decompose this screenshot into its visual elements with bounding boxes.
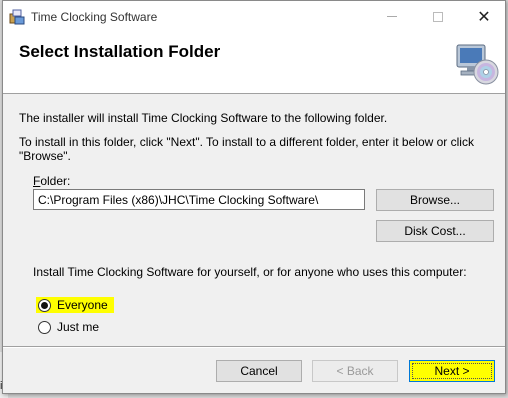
install-instructions: To install in this folder, click "Next".… (19, 135, 474, 163)
installer-window: Time Clocking Software ✕ Select Installa… (2, 0, 506, 394)
installer-app-icon (9, 9, 25, 25)
everyone-radio-option[interactable]: Everyone (36, 297, 114, 313)
install-scope-prompt: Install Time Clocking Software for yours… (33, 265, 467, 279)
folder-path-input[interactable] (33, 189, 365, 210)
disk-cost-button[interactable]: Disk Cost... (376, 220, 494, 242)
browse-button[interactable]: Browse... (376, 189, 494, 211)
page-title: Select Installation Folder (19, 42, 221, 61)
dialog-header: Select Installation Folder (3, 32, 505, 94)
maximize-icon (433, 11, 443, 22)
close-button[interactable]: ✕ (461, 1, 507, 32)
maximize-button[interactable] (415, 1, 461, 32)
back-button[interactable]: < Back (312, 360, 398, 382)
footer-divider (3, 346, 505, 348)
folder-label: Folder: (33, 174, 70, 188)
title-bar[interactable]: Time Clocking Software ✕ (3, 1, 505, 32)
just-me-radio-label: Just me (57, 320, 100, 334)
everyone-radio-button[interactable] (38, 298, 51, 312)
everyone-radio-label: Everyone (57, 298, 108, 312)
just-me-radio-option[interactable]: Just me (38, 319, 101, 335)
minimize-button[interactable] (369, 1, 415, 32)
minimize-icon (387, 16, 397, 17)
cancel-button[interactable]: Cancel (216, 360, 302, 382)
window-title: Time Clocking Software (31, 10, 158, 24)
just-me-radio-button[interactable] (38, 320, 51, 334)
close-icon: ✕ (477, 8, 491, 26)
folder-label-text: older: (40, 174, 71, 188)
install-description: The installer will install Time Clocking… (19, 111, 388, 125)
computer-cd-icon (453, 42, 499, 86)
next-button-focus-ring (412, 363, 492, 379)
next-button[interactable]: Next > (409, 360, 495, 382)
